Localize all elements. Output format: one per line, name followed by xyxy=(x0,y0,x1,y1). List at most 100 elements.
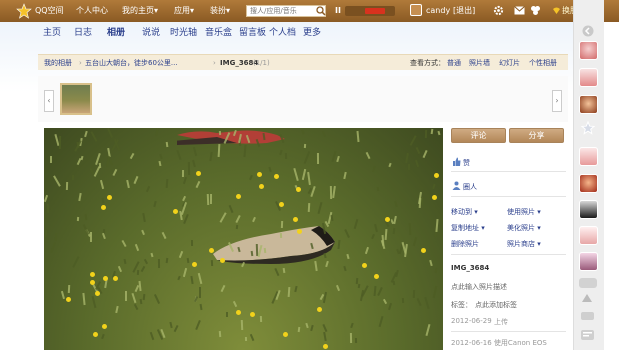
photo-background-object xyxy=(177,130,285,145)
search-input[interactable]: 搜人/应用/音乐 xyxy=(246,5,326,17)
upload-date: 2012-06-29 xyxy=(451,317,492,325)
main-photo[interactable] xyxy=(44,128,443,350)
nav-item-timeline[interactable]: 时光轴 xyxy=(170,25,197,38)
grass-texture xyxy=(80,156,84,161)
mail-icon[interactable] xyxy=(514,6,525,15)
grass-texture xyxy=(304,151,311,164)
use-photo-menu[interactable]: 使用照片 ▾ xyxy=(507,207,541,217)
personal-center-link[interactable]: 个人中心 xyxy=(76,5,108,17)
photo-shop-menu[interactable]: 照片商店 ▾ xyxy=(507,239,541,249)
grass-texture xyxy=(190,275,195,284)
beautify-photo-menu[interactable]: 美化照片 ▾ xyxy=(507,223,541,233)
my-home-menu[interactable]: 我的主页▾ xyxy=(122,5,158,17)
music-player-bar[interactable] xyxy=(345,6,395,16)
grass-texture xyxy=(133,303,138,310)
clover-icon[interactable] xyxy=(530,5,541,16)
apps-menu[interactable]: 应用▾ xyxy=(174,5,194,17)
nav-item-home[interactable]: 主页 xyxy=(43,25,61,38)
yellow-flower xyxy=(235,193,241,199)
breadcrumb-album[interactable]: 五台山大朝台，徒步60公里... xyxy=(85,56,178,70)
strip-next-button[interactable]: › xyxy=(552,90,562,112)
breadcrumb-album-root[interactable]: 我的相册 xyxy=(44,56,72,70)
logout-link[interactable]: [退出] xyxy=(453,5,475,17)
grass-texture xyxy=(418,197,421,209)
grass-texture xyxy=(430,128,434,135)
scroll-up-icon[interactable] xyxy=(582,294,592,302)
messages-icon[interactable] xyxy=(581,330,594,340)
username-link[interactable]: candy xyxy=(426,5,450,17)
photo-description-field[interactable]: 点此输入照片描述 xyxy=(451,282,507,292)
yellow-flower xyxy=(296,228,302,234)
grass-texture xyxy=(421,196,424,205)
grass-texture xyxy=(336,155,341,163)
delete-photo-link[interactable]: 删除照片 xyxy=(451,239,479,249)
favorite-star-icon[interactable] xyxy=(581,121,595,135)
grass-texture xyxy=(98,162,102,168)
friend-avatar[interactable] xyxy=(579,174,598,193)
copy-address-menu[interactable]: 复制地址 ▾ xyxy=(451,223,485,233)
grass-texture xyxy=(425,324,430,337)
nav-item-shuoshuo[interactable]: 说说 xyxy=(142,25,160,38)
photo-thumbnail[interactable] xyxy=(60,83,92,115)
grass-texture xyxy=(384,229,388,241)
friend-avatar[interactable] xyxy=(579,41,598,60)
friend-avatar[interactable] xyxy=(579,200,598,219)
gear-icon[interactable] xyxy=(493,5,504,16)
grass-texture xyxy=(206,194,210,206)
grass-texture xyxy=(293,167,299,181)
move-to-menu[interactable]: 移动到 ▾ xyxy=(451,207,478,217)
grass-texture xyxy=(331,150,337,163)
grass-texture xyxy=(431,183,436,189)
nav-item-blog[interactable]: 日志 xyxy=(74,25,92,38)
qzone-star-logo[interactable] xyxy=(16,3,32,19)
friend-avatar[interactable] xyxy=(579,226,598,245)
view-mode-slideshow[interactable]: 幻灯片 xyxy=(499,56,520,70)
share-button[interactable]: 分享 xyxy=(509,128,564,143)
grass-texture xyxy=(422,150,428,159)
view-mode-label: 查看方式： xyxy=(410,59,445,67)
chat-list-icon[interactable] xyxy=(581,312,594,320)
avatar[interactable] xyxy=(410,4,422,16)
nav-item-more[interactable]: 更多 xyxy=(303,25,321,38)
grass-texture xyxy=(133,175,139,184)
scroll-handle[interactable] xyxy=(579,278,597,288)
add-tag-field[interactable]: 点此添加标签 xyxy=(475,300,517,310)
nav-item-guestbook[interactable]: 留言板 xyxy=(239,25,266,38)
person-icon xyxy=(452,181,461,190)
grass-texture xyxy=(131,293,137,304)
decorate-menu[interactable]: 装扮▾ xyxy=(210,5,230,17)
grass-texture xyxy=(91,296,97,309)
grass-texture xyxy=(429,259,434,267)
grass-texture xyxy=(55,233,58,242)
grass-texture xyxy=(210,259,213,267)
grass-texture xyxy=(155,128,160,137)
friend-avatar[interactable] xyxy=(579,68,598,87)
grass-texture xyxy=(84,131,88,138)
yellow-flower xyxy=(373,274,379,280)
nav-item-profile[interactable]: 个人档 xyxy=(269,25,296,38)
grass-texture xyxy=(150,331,155,340)
friend-avatar[interactable] xyxy=(579,252,598,271)
nav-item-album[interactable]: 相册 xyxy=(107,25,125,38)
back-arrow-icon[interactable] xyxy=(582,25,594,37)
grass-texture xyxy=(99,179,104,189)
grass-texture xyxy=(240,261,246,268)
grass-texture xyxy=(412,236,417,246)
grass-texture xyxy=(165,141,168,147)
comment-button[interactable]: 评论 xyxy=(451,128,506,143)
strip-prev-button[interactable]: ‹ xyxy=(44,90,54,112)
divider xyxy=(451,331,566,332)
like-button[interactable]: 赞 xyxy=(463,158,470,168)
view-mode-wall[interactable]: 照片墙 xyxy=(469,56,490,70)
view-mode-normal[interactable]: 普通 xyxy=(447,56,461,70)
search-icon[interactable] xyxy=(316,6,326,16)
view-mode-custom[interactable]: 个性相册 xyxy=(529,56,557,70)
tag-people-button[interactable]: 圈人 xyxy=(463,182,477,192)
grass-texture xyxy=(195,180,201,188)
friend-avatar[interactable] xyxy=(579,147,598,166)
music-pause-button[interactable]: II xyxy=(335,5,341,17)
grass-texture xyxy=(158,160,162,167)
brand-link[interactable]: QQ空间 xyxy=(35,5,64,17)
friend-avatar[interactable] xyxy=(579,95,598,114)
nav-item-music[interactable]: 音乐盒 xyxy=(205,25,232,38)
